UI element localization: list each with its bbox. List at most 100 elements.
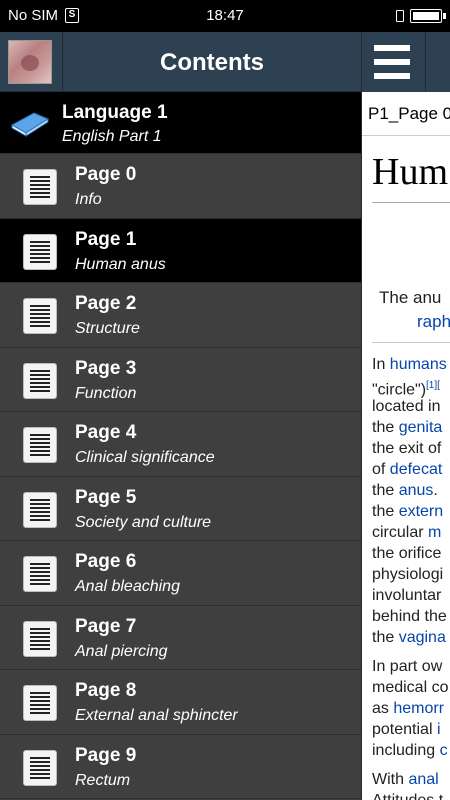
article-link[interactable]: genita — [399, 419, 443, 436]
article-text: With — [372, 771, 409, 788]
drawer-item-page-5[interactable]: Page 5 Society and culture — [0, 476, 361, 541]
article-line: the anus. — [372, 480, 438, 501]
article-line: medical co — [372, 677, 448, 698]
item-title: Page 0 — [75, 164, 137, 185]
article-line: located in — [372, 396, 441, 417]
drawer-item-page-0[interactable]: Page 0 Info — [0, 154, 361, 219]
article-text: of — [372, 461, 390, 478]
article-text: potential — [372, 721, 437, 738]
article-text: In — [372, 356, 390, 373]
article-line: In part ow — [372, 656, 442, 677]
article-line: involuntar — [372, 585, 441, 606]
article-text: including — [372, 742, 440, 759]
article-text: the — [372, 482, 399, 499]
status-bar: No SIM S 18:47 — [0, 0, 450, 32]
article-link[interactable]: m — [428, 524, 441, 541]
drawer-item-page-7[interactable]: Page 7 Anal piercing — [0, 605, 361, 670]
app-bar — [362, 32, 450, 92]
document-icon — [23, 749, 57, 786]
article-link[interactable]: anus — [399, 482, 434, 499]
item-subtitle: Rectum — [75, 771, 131, 789]
drawer-title: Contents — [160, 49, 264, 76]
language-section[interactable]: Language 1 English Part 1 — [0, 92, 361, 154]
document-icon — [23, 620, 57, 657]
phone-icon — [396, 10, 404, 22]
item-title: Page 6 — [75, 551, 137, 572]
article-text: the — [372, 503, 399, 520]
item-title: Page 9 — [75, 744, 137, 766]
drawer-item-page-4[interactable]: Page 4 Clinical significance — [0, 412, 361, 477]
citation-ref[interactable]: [1][ — [426, 380, 440, 391]
document-icon — [23, 233, 57, 270]
document-icon — [23, 685, 57, 721]
item-subtitle: Human anus — [75, 255, 166, 273]
article-line: potential i — [372, 719, 441, 740]
article-line: including c — [372, 740, 448, 761]
page-label: P1_Page 0 — [368, 104, 450, 123]
article-link[interactable]: defecat — [390, 461, 442, 478]
article-line: the extern — [372, 501, 443, 522]
article-text: In part ow — [372, 658, 443, 675]
item-title: Page 3 — [75, 357, 137, 379]
drawer-item-page-2[interactable]: Page 2 Structure — [0, 283, 361, 348]
drawer-item-page-8[interactable]: Page 8 External anal sphincter — [0, 670, 361, 735]
article-line: physiologi — [372, 564, 443, 585]
article-line: of defecat — [372, 459, 442, 480]
article-text: . — [433, 482, 438, 499]
item-subtitle: Info — [75, 191, 102, 208]
article-line: circular m — [372, 522, 441, 543]
article-link[interactable]: i — [437, 721, 441, 738]
book-cover-thumbnail[interactable] — [8, 40, 52, 84]
document-icon — [23, 427, 57, 463]
article-line: the vagina — [372, 627, 446, 648]
document-icon — [23, 556, 57, 592]
article-line: the exit of — [372, 438, 441, 459]
item-title: Page 1 — [75, 228, 137, 250]
item-subtitle: External anal sphincter — [75, 707, 238, 724]
article-line: the orifice — [372, 543, 441, 564]
article-link[interactable]: vagina — [399, 629, 446, 646]
article-text: circular — [372, 524, 429, 541]
article-text: the — [372, 419, 399, 436]
drawer-item-page-9[interactable]: Page 9 Rectum — [0, 734, 361, 799]
section-title: Language 1 — [62, 102, 168, 123]
section-subtitle: English Part 1 — [62, 128, 162, 145]
article-line: behind the — [372, 606, 447, 627]
page-label-bar: P1_Page 0 — [362, 92, 450, 136]
article-text: the exit of — [372, 440, 442, 457]
article-link[interactable]: hemorr — [393, 700, 444, 717]
drawer-item-page-6[interactable]: Page 6 Anal bleaching — [0, 541, 361, 606]
article-text: Attitudes t — [372, 792, 443, 800]
article-link[interactable]: humans — [390, 356, 447, 373]
document-icon — [23, 362, 57, 399]
article-link[interactable]: extern — [399, 503, 443, 520]
caption-link[interactable]: raph — [417, 312, 450, 332]
article-text: involuntar — [372, 587, 442, 604]
item-subtitle: Clinical significance — [75, 449, 215, 466]
article-text: the orifice — [372, 545, 442, 562]
drawer-item-page-1[interactable]: Page 1 Human anus — [0, 218, 361, 283]
item-title: Page 7 — [75, 615, 137, 637]
item-subtitle: Function — [75, 384, 137, 402]
drawer-item-page-3[interactable]: Page 3 Function — [0, 347, 361, 412]
article-link[interactable]: anal — [408, 771, 438, 788]
article-line: With anal — [372, 769, 439, 790]
article-line: as hemorr — [372, 698, 444, 719]
article-text: the — [372, 629, 399, 646]
article-line: Attitudes t — [372, 790, 443, 800]
article-line: the genita — [372, 417, 442, 438]
item-title: Page 4 — [75, 422, 137, 443]
article-text: located in — [372, 398, 441, 415]
clock: 18:47 — [206, 7, 244, 24]
article-text: behind the — [372, 608, 447, 625]
article-line: In humans — [372, 354, 447, 375]
article-text: physiologi — [372, 566, 444, 583]
article-body[interactable]: Hum The anu raph In humans "circle")[1][l… — [362, 136, 450, 800]
item-subtitle: Society and culture — [75, 513, 212, 531]
item-subtitle: Structure — [75, 320, 140, 337]
item-title: Page 8 — [75, 680, 137, 701]
main-content: P1_Page 0 Hum The anu raph In humans "cir… — [362, 32, 450, 800]
menu-button[interactable] — [362, 32, 424, 92]
drawer-header: Contents — [0, 32, 361, 92]
article-link[interactable]: c — [440, 742, 448, 759]
